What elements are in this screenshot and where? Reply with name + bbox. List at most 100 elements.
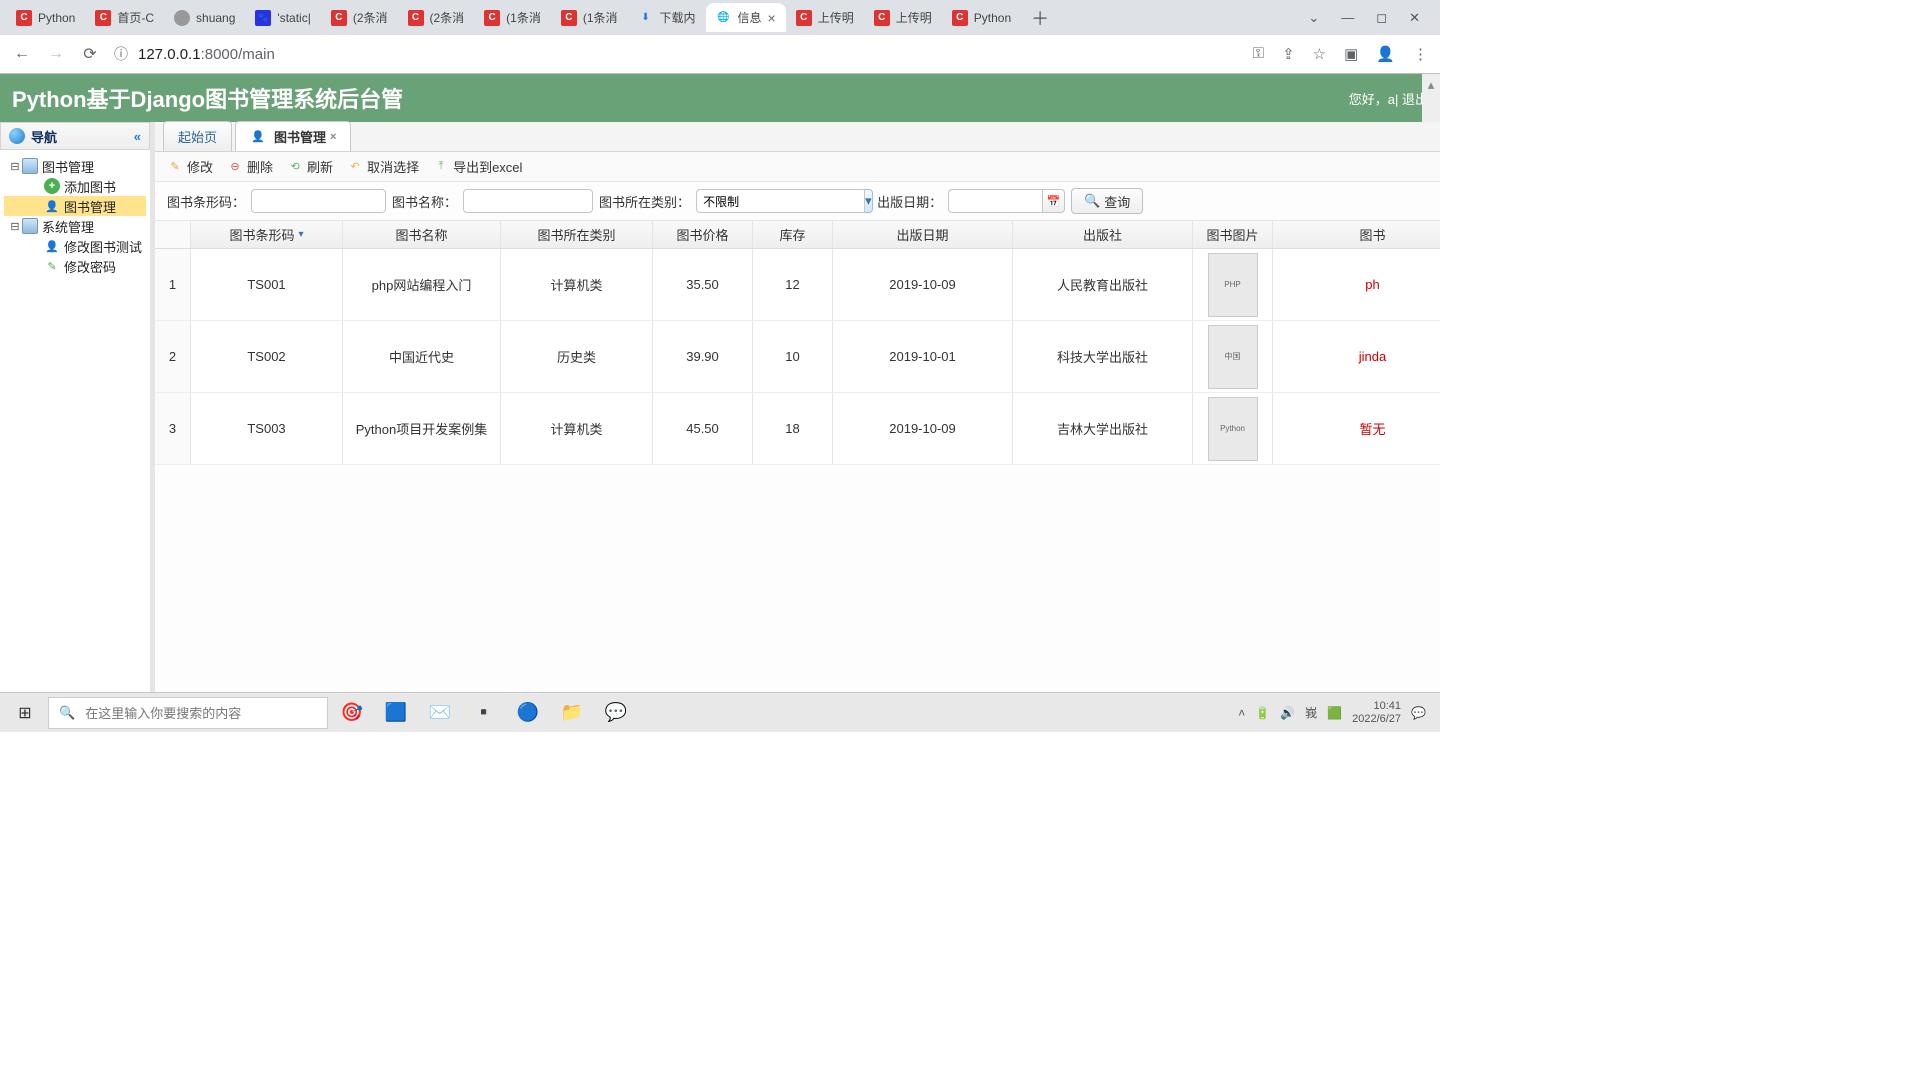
cortana-icon[interactable]: 🎯 <box>332 697 372 729</box>
col-stock[interactable]: 库存 <box>753 221 833 248</box>
clock[interactable]: 10:41 2022/6/27 <box>1352 700 1401 724</box>
side-panel-icon[interactable]: ▣ <box>1344 45 1358 63</box>
favicon-icon <box>174 10 190 26</box>
col-extra[interactable]: 图书 <box>1273 221 1440 248</box>
chevron-down-icon[interactable]: ▾ <box>865 189 873 213</box>
category-combo[interactable]: ▾ <box>696 189 871 213</box>
col-name[interactable]: 图书名称 <box>343 221 501 248</box>
close-window-button[interactable]: ✕ <box>1409 10 1420 26</box>
start-button[interactable]: ⊞ <box>6 697 44 729</box>
browser-tab[interactable]: C上传明 <box>786 3 864 32</box>
browser-tab[interactable]: C上传明 <box>864 3 942 32</box>
browser-tab[interactable]: C(2条消 <box>321 3 398 32</box>
tree-node-books[interactable]: ⊟ 图书管理 <box>4 156 146 176</box>
wechat-icon[interactable]: 💬 <box>596 697 636 729</box>
reload-button[interactable]: ⟳ <box>80 44 100 64</box>
tray-up-icon[interactable]: ˄ <box>1238 706 1245 720</box>
browser-tab[interactable]: C Python <box>6 3 85 32</box>
delete-button[interactable]: ⊖删除 <box>227 157 273 176</box>
col-publisher[interactable]: 出版社 <box>1013 221 1193 248</box>
close-tab-icon[interactable]: × <box>330 131 336 143</box>
scrollbar-up-icon[interactable]: ▴ <box>1422 74 1440 122</box>
key-icon[interactable]: ⚿ <box>1253 45 1264 63</box>
back-button[interactable]: ← <box>12 45 32 63</box>
export-button[interactable]: ⤒导出到excel <box>433 157 522 176</box>
profile-icon[interactable]: 👤 <box>1376 45 1395 63</box>
ime-icon[interactable]: 峩 <box>1305 704 1317 721</box>
col-category[interactable]: 图书所在类别 <box>501 221 653 248</box>
browser-tab[interactable]: CPython <box>942 3 1021 32</box>
tree-node-test[interactable]: 👤 修改图书测试 <box>4 236 146 256</box>
browser-tab[interactable]: shuang <box>164 3 245 32</box>
favicon-icon: C <box>561 10 577 26</box>
search-bar: 图书条形码： 图书名称： 图书所在类别： ▾ 出版日期： 📅 🔍 查询 <box>155 182 1440 221</box>
sidebar-title: 导航 « <box>0 122 150 150</box>
tab-title: 信息 <box>738 9 762 26</box>
app-tray-icon[interactable]: 🟩 <box>1327 706 1342 720</box>
table-row[interactable]: 2 TS002 中国近代史 历史类 39.90 10 2019-10-01 科技… <box>155 321 1440 393</box>
browser-tab[interactable]: C 首页-C <box>85 3 164 32</box>
col-barcode[interactable]: 图书条形码▾ <box>191 221 343 248</box>
notifications-icon[interactable]: 💬 <box>1411 706 1426 720</box>
browser-tab[interactable]: ⬇下载内 <box>628 3 706 32</box>
maximize-button[interactable]: ◻ <box>1376 10 1387 26</box>
system-tray: ˄ 🔋 🔊 峩 🟩 10:41 2022/6/27 💬 <box>1238 700 1434 724</box>
edge-icon[interactable]: 🟦 <box>376 697 416 729</box>
tree-node-system[interactable]: ⊟ 系统管理 <box>4 216 146 236</box>
pycharm-icon[interactable]: ▪️ <box>464 697 504 729</box>
battery-icon[interactable]: 🔋 <box>1255 706 1270 720</box>
volume-icon[interactable]: 🔊 <box>1280 706 1295 720</box>
browser-tab[interactable]: 🌐信息× <box>706 3 786 32</box>
category-input[interactable] <box>696 189 865 213</box>
explorer-icon[interactable]: 📁 <box>552 697 592 729</box>
share-icon[interactable]: ⇪ <box>1282 45 1295 63</box>
edit-button[interactable]: ✎修改 <box>167 157 213 176</box>
table-row[interactable]: 3 TS003 Python项目开发案例集 计算机类 45.50 18 2019… <box>155 393 1440 465</box>
tab-title: 首页-C <box>117 9 154 26</box>
tab-start[interactable]: 起始页 <box>163 121 232 151</box>
col-image[interactable]: 图书图片 <box>1193 221 1273 248</box>
refresh-button[interactable]: ⟲刷新 <box>287 157 333 176</box>
barcode-input[interactable] <box>251 189 386 213</box>
sort-desc-icon: ▾ <box>299 229 304 240</box>
col-pubdate[interactable]: 出版日期 <box>833 221 1013 248</box>
bookmark-icon[interactable]: ☆ <box>1313 45 1326 63</box>
kebab-menu-icon[interactable]: ⋮ <box>1413 45 1428 63</box>
favicon-icon: C <box>16 10 32 26</box>
unselect-button[interactable]: ↶取消选择 <box>347 157 419 176</box>
site-info-icon[interactable]: ⓘ <box>114 44 128 64</box>
table-row[interactable]: 1 TS001 php网站编程入门 计算机类 35.50 12 2019-10-… <box>155 249 1440 321</box>
minimize-button[interactable]: — <box>1341 10 1354 26</box>
url-text[interactable]: 127.0.0.1:8000/main <box>138 46 275 63</box>
browser-tab[interactable]: 🐾'static| <box>245 3 320 32</box>
minus-icon: ⊖ <box>227 159 243 175</box>
close-icon[interactable]: × <box>768 10 776 26</box>
tab-books[interactable]: 👤 图书管理 × <box>235 121 351 151</box>
browser-tab[interactable]: C (2条消 <box>398 3 475 32</box>
browser-tab[interactable]: C(1条消 <box>474 3 551 32</box>
tab-strip: CPythonC首页-Cshuang🐾'static|C(2条消C(2条消C(1… <box>0 0 1440 35</box>
browser-tab[interactable]: C(1条消 <box>551 3 628 32</box>
tab-title: (2条消 <box>430 9 465 26</box>
tree-node-password[interactable]: ✎ 修改密码 <box>4 256 146 276</box>
nav-tree: ⊟ 图书管理 + 添加图书 👤 图书管理 ⊟ 系统管理 👤 修改图书测试 <box>0 150 150 282</box>
calendar-icon[interactable]: 📅 <box>1043 189 1065 213</box>
collapse-icon[interactable]: « <box>134 129 141 144</box>
query-button[interactable]: 🔍 查询 <box>1071 188 1143 214</box>
book-thumbnail: PHP <box>1208 253 1258 317</box>
forward-button[interactable]: → <box>46 45 66 63</box>
chevron-down-icon[interactable]: ⌄ <box>1308 10 1319 26</box>
date-input[interactable] <box>948 189 1043 213</box>
col-price[interactable]: 图书价格 <box>653 221 753 248</box>
taskbar-search[interactable]: 🔍 在这里输入你要搜索的内容 <box>48 697 328 729</box>
mail-icon[interactable]: ✉️ <box>420 697 460 729</box>
tab-title: Python <box>38 11 75 25</box>
name-input[interactable] <box>463 189 593 213</box>
chrome-icon[interactable]: 🔵 <box>508 697 548 729</box>
person-icon: 👤 <box>250 129 266 145</box>
favicon-icon: C <box>408 10 424 26</box>
tree-node-book-mgmt[interactable]: 👤 图书管理 <box>4 196 146 216</box>
tree-node-add-book[interactable]: + 添加图书 <box>4 176 146 196</box>
favicon-icon: C <box>95 10 111 26</box>
new-tab-button[interactable]: ＋ <box>1021 1 1059 35</box>
